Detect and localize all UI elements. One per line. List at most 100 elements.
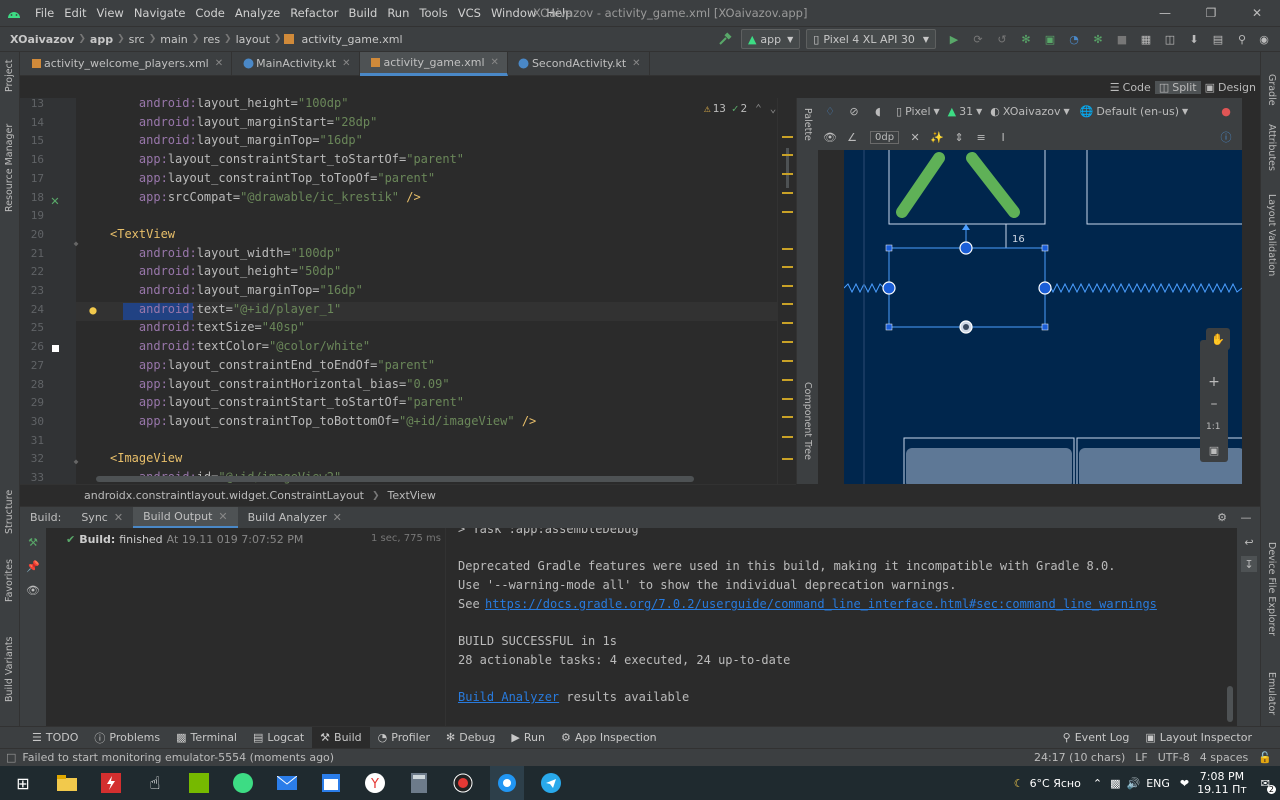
- hammer-icon[interactable]: ⚒: [25, 534, 41, 550]
- close-tab-icon[interactable]: ✕: [114, 511, 123, 524]
- device-manager-icon[interactable]: ◫: [1162, 31, 1178, 47]
- menu-edit[interactable]: Edit: [59, 6, 91, 20]
- zoom-out-icon[interactable]: –: [1206, 396, 1222, 412]
- soft-wrap-icon[interactable]: ↩: [1241, 534, 1257, 550]
- build-tool[interactable]: ⚒ Build: [312, 726, 370, 749]
- menu-code[interactable]: Code: [190, 6, 229, 20]
- menu-refactor[interactable]: Refactor: [285, 6, 343, 20]
- view-options-icon[interactable]: 👁: [822, 129, 838, 145]
- indent-setting[interactable]: 4 spaces: [1200, 751, 1249, 764]
- build-tree-item[interactable]: ✔ Build: finished At 19.11 019 7:07:52 P…: [66, 532, 303, 546]
- component-tree-tool-label[interactable]: Component Tree: [802, 382, 813, 460]
- event-log-tool[interactable]: ⚲ Event Log: [1055, 727, 1138, 749]
- api-picker[interactable]: ▲ 31 ▼: [948, 105, 983, 118]
- zoom-in-icon[interactable]: +: [1206, 374, 1222, 390]
- tab-build-analyzer[interactable]: Build Analyzer ✕: [238, 507, 352, 529]
- language-indicator[interactable]: ENG: [1146, 777, 1170, 790]
- image-preview-gutter-icon[interactable]: ✕: [47, 193, 63, 209]
- run-tool[interactable]: ▶ Run: [503, 727, 553, 749]
- line-separator[interactable]: LF: [1135, 751, 1147, 764]
- sdk-manager-icon[interactable]: ⬇: [1186, 31, 1202, 47]
- tab-sync[interactable]: Sync ✕: [71, 507, 133, 529]
- menu-view[interactable]: View: [92, 6, 129, 20]
- fold-icon[interactable]: ◆: [68, 453, 84, 469]
- split-view-button[interactable]: ◫ Split: [1154, 80, 1201, 94]
- app-inspection-tool[interactable]: ⚙ App Inspection: [553, 727, 665, 749]
- device-select[interactable]: ▯ Pixel 4 XL API 30 ▼: [806, 29, 936, 49]
- project-structure-icon[interactable]: ▤: [1210, 31, 1226, 47]
- palette-tool-label[interactable]: Palette: [802, 108, 813, 141]
- weather-moon-icon[interactable]: ☾: [1014, 777, 1024, 790]
- menu-build[interactable]: Build: [343, 6, 382, 20]
- tab-activity-welcome-players[interactable]: activity_welcome_players.xml ✕: [20, 51, 233, 76]
- clock[interactable]: 7:08 PM 19.11 Пт: [1197, 770, 1247, 796]
- chevron-down-icon[interactable]: ⌄: [770, 102, 777, 115]
- gradle-tool-label[interactable]: Gradle: [1266, 74, 1277, 106]
- stop-icon[interactable]: ■: [1114, 31, 1130, 47]
- autoconnect-icon[interactable]: ∠: [844, 129, 860, 145]
- nvidia-icon[interactable]: [182, 766, 216, 800]
- code-editor[interactable]: 13 14 15 16 17 18 19 20 21 22 23 24 25 26 27 28 29 30 31 32…: [20, 98, 796, 484]
- crumb-main[interactable]: main: [156, 33, 191, 46]
- guidelines-icon[interactable]: ⇕: [951, 129, 967, 145]
- resource-manager-tool-label[interactable]: Resource Manager: [4, 124, 15, 212]
- hide-panel-icon[interactable]: —: [1238, 510, 1254, 526]
- calendar-icon[interactable]: [314, 766, 348, 800]
- file-explorer-icon[interactable]: [50, 766, 84, 800]
- menu-file[interactable]: File: [30, 6, 59, 20]
- pan-hand-icon[interactable]: ✋: [1206, 328, 1230, 350]
- lock-icon[interactable]: 🔓: [1258, 751, 1272, 764]
- tab-activity-game[interactable]: activity_game.xml ✕: [359, 51, 508, 76]
- minimize-icon[interactable]: —: [1142, 6, 1188, 20]
- run-icon[interactable]: ▶: [946, 31, 962, 47]
- run-config-select[interactable]: ▲ app ▼: [740, 29, 801, 49]
- favorites-tool-label[interactable]: Favorites: [4, 559, 15, 602]
- clear-constraints-icon[interactable]: ✕: [907, 129, 923, 145]
- console-scrollbar[interactable]: [1227, 686, 1233, 722]
- align-icon[interactable]: ≡: [973, 129, 989, 145]
- logcat-tool[interactable]: ▤ Logcat: [245, 727, 312, 749]
- crumb-layout[interactable]: layout: [232, 33, 274, 46]
- build-variants-tool-label[interactable]: Build Variants: [4, 636, 15, 702]
- attach-debugger-icon[interactable]: ✻: [1090, 31, 1106, 47]
- crumb-module[interactable]: app: [86, 33, 117, 46]
- profiler-tool[interactable]: ◔ Profiler: [370, 727, 438, 749]
- close-tab-icon[interactable]: ✕: [632, 58, 640, 69]
- gradle-docs-link[interactable]: https://docs.gradle.org/7.0.2/userguide/…: [485, 597, 1157, 611]
- close-tab-icon[interactable]: ✕: [218, 510, 227, 523]
- menu-navigate[interactable]: Navigate: [129, 6, 191, 20]
- vpn-app-icon[interactable]: [226, 766, 260, 800]
- close-window-icon[interactable]: ✕: [1234, 6, 1280, 20]
- zoom-fit-icon[interactable]: ▣: [1206, 442, 1222, 458]
- touch-app-icon[interactable]: ☝: [138, 766, 172, 800]
- code-view-button[interactable]: ☰ Code: [1106, 81, 1155, 94]
- menu-analyze[interactable]: Analyze: [230, 6, 285, 20]
- lightbulb-icon[interactable]: ●: [85, 302, 101, 318]
- tray-app-icon[interactable]: ❤: [1180, 777, 1189, 790]
- tab-build-output[interactable]: Build Output ✕: [133, 506, 238, 529]
- volume-icon[interactable]: 🔊: [1126, 777, 1140, 790]
- chevron-up-icon[interactable]: ⌃: [755, 102, 762, 115]
- layout-validation-tool-label[interactable]: Layout Validation: [1266, 194, 1277, 276]
- color-swatch-icon[interactable]: [52, 345, 59, 352]
- tab-main-activity[interactable]: MainActivity.kt ✕: [232, 51, 360, 76]
- tab-second-activity[interactable]: SecondActivity.kt ✕: [508, 51, 650, 76]
- design-view-button[interactable]: ▣ Design: [1201, 81, 1260, 94]
- theme-picker[interactable]: ◐ XOaivazov ▼: [990, 105, 1069, 118]
- breadcrumb-parent[interactable]: androidx.constraintlayout.widget.Constra…: [84, 489, 364, 502]
- coverage-icon[interactable]: ▣: [1042, 31, 1058, 47]
- file-encoding[interactable]: UTF-8: [1158, 751, 1190, 764]
- build-console[interactable]: > Task :app:assembleDebug Deprecated Grad…: [447, 528, 1237, 726]
- record-app-icon[interactable]: [446, 766, 480, 800]
- account-icon[interactable]: ◉: [1256, 31, 1272, 47]
- caret-position[interactable]: 24:17 (10 chars): [1034, 751, 1125, 764]
- yandex-browser-icon[interactable]: Y: [358, 766, 392, 800]
- profile-icon[interactable]: ◔: [1066, 31, 1082, 47]
- infer-constraints-icon[interactable]: ✨: [929, 129, 945, 145]
- windows-start-icon[interactable]: ⊞: [6, 766, 40, 800]
- inspection-widget[interactable]: ⚠ 13 ✓ 2 ⌃ ⌄: [704, 102, 776, 115]
- close-tab-icon[interactable]: ✕: [215, 58, 223, 69]
- notifications-icon[interactable]: ✉ 2: [1261, 777, 1276, 794]
- terminal-tool[interactable]: ▩ Terminal: [168, 727, 245, 749]
- eye-icon[interactable]: 👁: [25, 582, 41, 598]
